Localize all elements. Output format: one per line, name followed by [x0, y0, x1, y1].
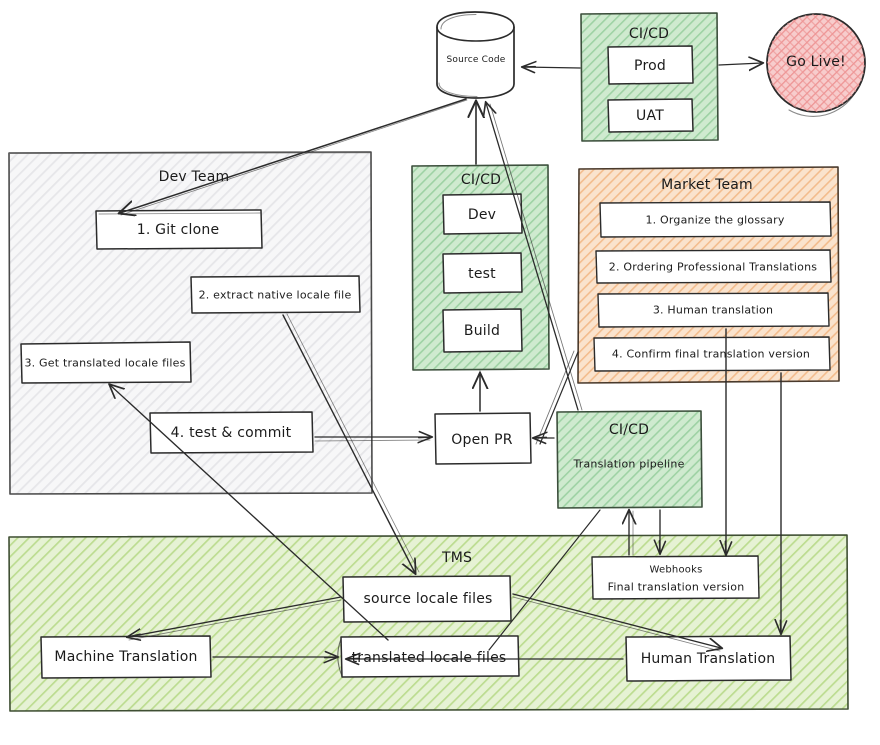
- node-confirm-final: [593, 336, 831, 372]
- node-test: [442, 252, 523, 294]
- node-human-translation-step: [597, 292, 830, 328]
- node-organize-glossary: [599, 201, 832, 238]
- node-source-code: [436, 11, 515, 99]
- node-source-locale-files: [342, 575, 512, 623]
- node-go-live: [766, 13, 866, 117]
- node-get-translated: [20, 341, 192, 384]
- node-open-pr: [434, 412, 532, 465]
- node-uat: [607, 98, 694, 133]
- node-prod: [607, 45, 694, 85]
- node-extract-locale: [190, 275, 361, 314]
- node-git-clone: [95, 209, 263, 250]
- node-translated-locale-files: [337, 635, 520, 678]
- diagram-canvas: Source Code CI/CD Prod UAT Go Live! Dev …: [0, 0, 880, 745]
- arrow-cicd-to-source: [523, 67, 581, 68]
- node-machine-translation: [40, 635, 212, 679]
- node-test-commit: [149, 411, 314, 454]
- node-human-translation: [625, 635, 792, 682]
- diagram-vector-layer: [8, 11, 866, 712]
- node-ordering-translations: [595, 249, 832, 284]
- node-build: [442, 308, 523, 353]
- node-dev: [442, 193, 523, 235]
- group-cicd-translation: [556, 410, 703, 509]
- arrow-cicd-to-golive: [718, 63, 762, 65]
- node-webhooks: [591, 555, 760, 600]
